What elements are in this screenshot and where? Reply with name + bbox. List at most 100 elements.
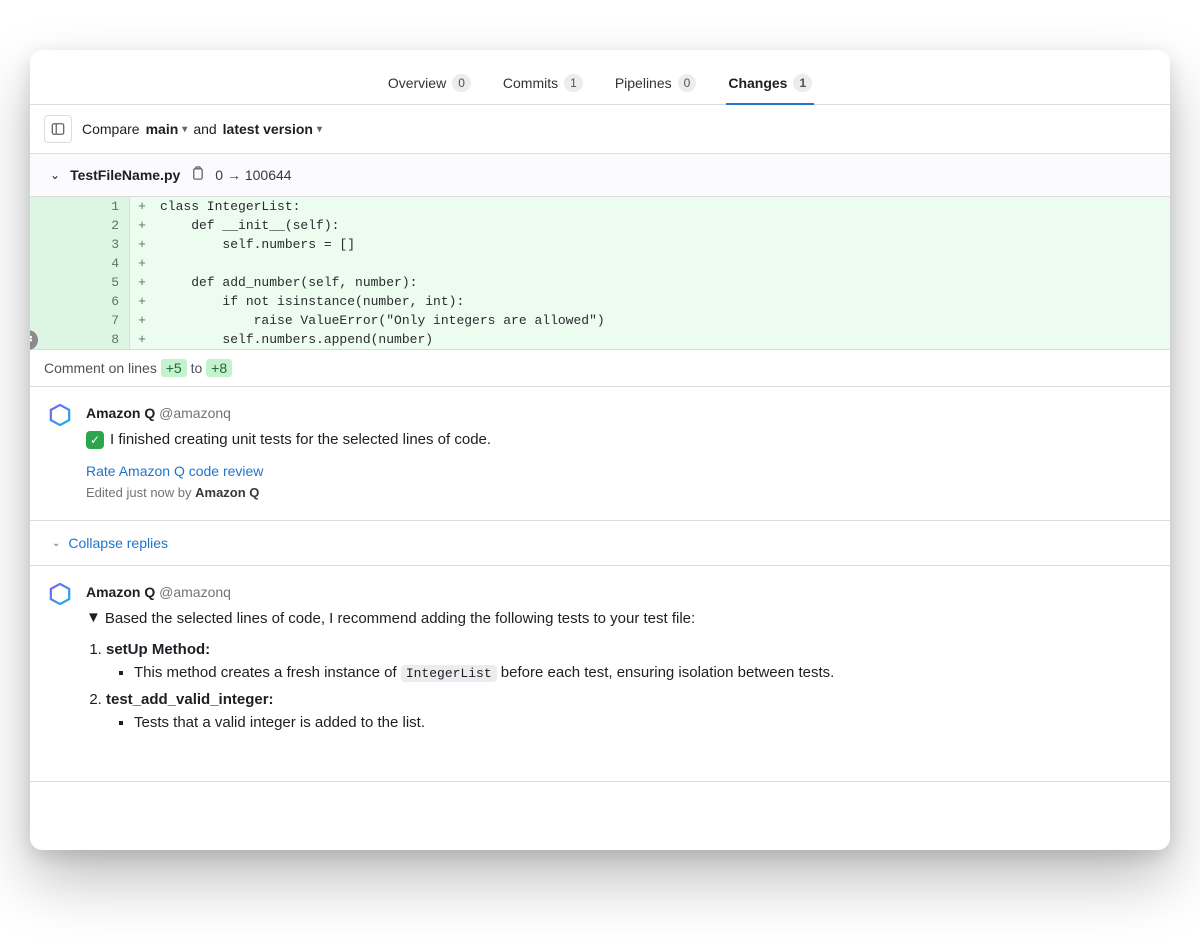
author-handle: @amazonq (159, 584, 231, 600)
tab-count-badge: 0 (452, 74, 471, 92)
amazon-q-icon (49, 404, 71, 426)
diff-line[interactable]: 6 + if not isinstance(number, int): (30, 292, 1170, 311)
code-content: self.numbers = [] (154, 235, 1170, 254)
collapse-replies-label: Collapse replies (68, 535, 168, 551)
bullet-after: before each test, ensuring isolation bet… (497, 664, 835, 681)
line-number: 8 (30, 330, 130, 349)
tab-label: Changes (728, 75, 787, 91)
chevron-down-icon: ▾ (317, 124, 322, 135)
file-header: ⌄ TestFileName.py 0 → 100644 (30, 154, 1170, 197)
line-number: 3 (30, 235, 130, 254)
comment-meta: Edited just now by Amazon Q (86, 485, 1148, 500)
diff-sign: + (130, 311, 154, 330)
test-bullet: Tests that a valid integer is added to t… (134, 714, 1148, 731)
code-content: raise ValueError("Only integers are allo… (154, 311, 1170, 330)
compare-bar: Compare main ▾ and latest version ▾ (30, 105, 1170, 154)
mr-tabs: Overview 0 Commits 1 Pipelines 0 Changes… (30, 50, 1170, 105)
compare-base-dropdown[interactable]: main ▾ (146, 121, 188, 137)
chevron-down-icon: ⌄ (50, 168, 60, 182)
diff-line[interactable]: 5 + def add_number(self, number): (30, 273, 1170, 292)
code-content (154, 254, 1170, 273)
line-number: 7 (30, 311, 130, 330)
diff-sign: + (130, 197, 154, 216)
check-icon: ✓ (86, 431, 104, 449)
copy-path-button[interactable] (190, 166, 205, 184)
merge-request-panel: Overview 0 Commits 1 Pipelines 0 Changes… (30, 50, 1170, 850)
tests-list: setUp Method: This method creates a fres… (106, 641, 1148, 731)
comment-message-text: I finished creating unit tests for the s… (110, 431, 491, 448)
diff-sign: + (130, 235, 154, 254)
bullet-before: Tests that a valid integer is added to t… (134, 714, 425, 731)
line-number: 5 (30, 273, 130, 292)
code-content: def add_number(self, number): (154, 273, 1170, 292)
tab-count-badge: 1 (793, 74, 812, 92)
collapse-replies-toggle[interactable]: ⌄ Collapse replies (30, 521, 1170, 566)
code-content: def __init__(self): (154, 216, 1170, 235)
code-content: class IntegerList: (154, 197, 1170, 216)
amazon-q-icon (49, 583, 71, 605)
tab-label: Commits (503, 75, 558, 91)
diff-block: 1 + class IntegerList: 2 + def __init__(… (30, 197, 1170, 349)
bullet-before: This method creates a fresh instance of (134, 664, 401, 681)
clipboard-icon (190, 166, 205, 181)
test-item: test_add_valid_integer: Tests that a val… (106, 691, 1148, 731)
tab-pipelines[interactable]: Pipelines 0 (613, 66, 699, 104)
author-name: Amazon Q (86, 405, 155, 421)
tab-count-badge: 0 (678, 74, 697, 92)
tab-count-badge: 1 (564, 74, 583, 92)
compare-target-dropdown[interactable]: latest version ▾ (223, 121, 322, 137)
author-line: Amazon Q @amazonq (86, 584, 1148, 600)
diff-sign: + (130, 254, 154, 273)
disclosure-triangle-icon[interactable]: ▼ (86, 609, 101, 626)
author-handle: @amazonq (159, 405, 231, 421)
comment-range-prefix: Comment on lines (44, 360, 157, 376)
diff-sign: + (130, 216, 154, 235)
tab-changes[interactable]: Changes 1 (726, 66, 814, 104)
comment-range-label: Comment on lines +5 to +8 (30, 349, 1170, 387)
diff-line[interactable]: 4 + (30, 254, 1170, 273)
code-content: self.numbers.append(number) (154, 330, 1170, 349)
comment-block: Amazon Q @amazonq ✓ I finished creating u… (30, 387, 1170, 521)
compare-joiner: and (193, 121, 216, 137)
diff-sign: + (130, 292, 154, 311)
comment-range-from: +5 (161, 359, 187, 377)
diff-line[interactable]: 7 + raise ValueError("Only integers are … (30, 311, 1170, 330)
reply-block: Amazon Q @amazonq ▼Based the selected li… (30, 566, 1170, 782)
diff-line[interactable]: ✽ 8 + self.numbers.append(number) (30, 330, 1170, 349)
line-number: 4 (30, 254, 130, 273)
line-number: 6 (30, 292, 130, 311)
avatar[interactable] (48, 403, 72, 427)
tab-label: Overview (388, 75, 446, 91)
file-mode-change: 0 → 100644 (215, 167, 291, 183)
toggle-file-tree-button[interactable] (44, 115, 72, 143)
avatar[interactable] (48, 582, 72, 606)
sidebar-icon (51, 122, 65, 136)
meta-author: Amazon Q (195, 485, 259, 500)
rate-review-link[interactable]: Rate Amazon Q code review (86, 463, 1148, 479)
diff-sign: + (130, 330, 154, 349)
tab-label: Pipelines (615, 75, 672, 91)
author-name: Amazon Q (86, 584, 155, 600)
code-content: if not isinstance(number, int): (154, 292, 1170, 311)
test-title: setUp Method: (106, 641, 210, 658)
test-bullet: This method creates a fresh instance of … (134, 664, 1148, 681)
comment-range-to-word: to (191, 360, 203, 376)
test-bullets: Tests that a valid integer is added to t… (134, 714, 1148, 731)
author-line: Amazon Q @amazonq (86, 405, 1148, 421)
tab-commits[interactable]: Commits 1 (501, 66, 585, 104)
comment-message: ✓ I finished creating unit tests for the … (86, 431, 1148, 449)
tab-overview[interactable]: Overview 0 (386, 66, 473, 104)
line-number: 1 (30, 197, 130, 216)
line-number: 2 (30, 216, 130, 235)
test-bullets: This method creates a fresh instance of … (134, 664, 1148, 681)
file-name: TestFileName.py (70, 167, 180, 183)
collapse-file-toggle[interactable]: ⌄ (50, 168, 60, 182)
diff-line[interactable]: 3 + self.numbers = [] (30, 235, 1170, 254)
reply-intro: Based the selected lines of code, I reco… (105, 610, 695, 627)
comment-range-to: +8 (206, 359, 232, 377)
diff-line[interactable]: 2 + def __init__(self): (30, 216, 1170, 235)
compare-text: Compare main ▾ and latest version ▾ (82, 121, 322, 137)
test-item: setUp Method: This method creates a fres… (106, 641, 1148, 681)
diff-line[interactable]: 1 + class IntegerList: (30, 197, 1170, 216)
inline-code: IntegerList (401, 665, 497, 682)
